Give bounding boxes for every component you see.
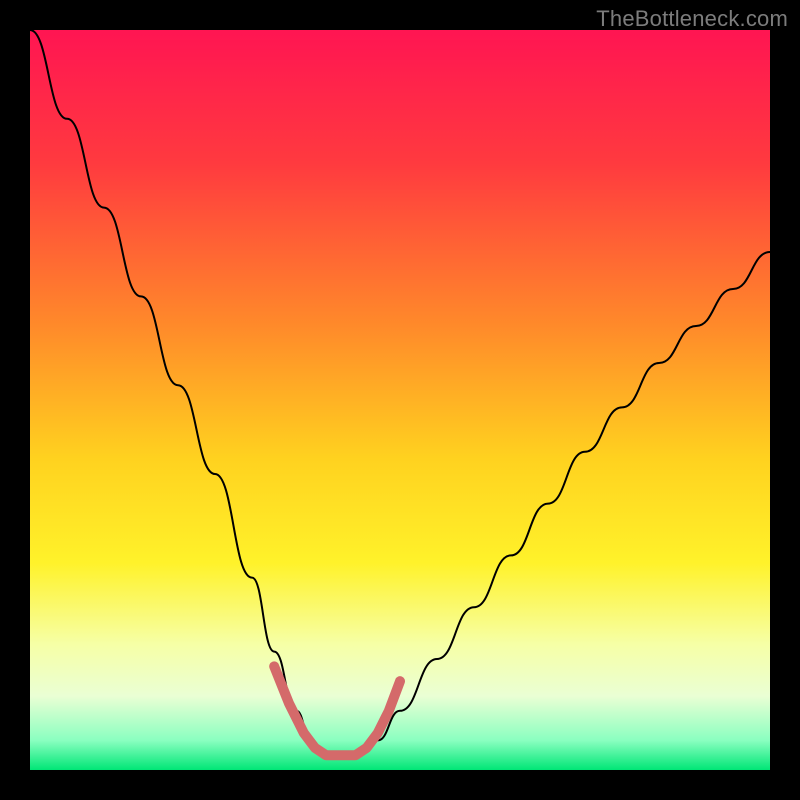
- chart-svg: [30, 30, 770, 770]
- chart-frame: TheBottleneck.com: [0, 0, 800, 800]
- chart-plot-area: [30, 30, 770, 770]
- watermark-text: TheBottleneck.com: [596, 6, 788, 32]
- chart-background: [30, 30, 770, 770]
